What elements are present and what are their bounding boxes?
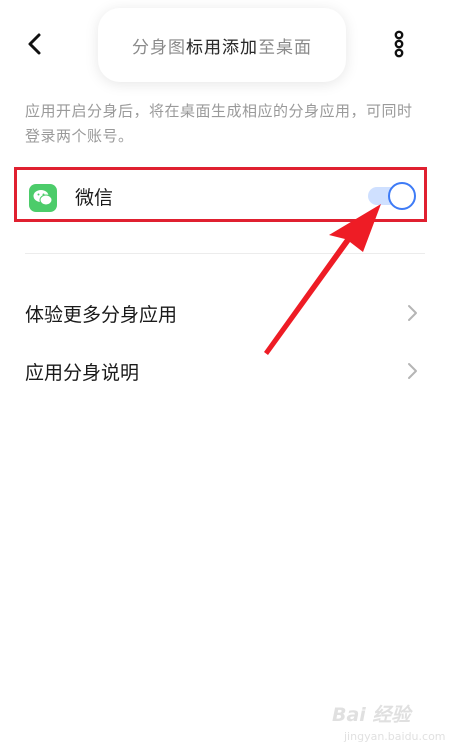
more-vertical-icon <box>394 30 404 58</box>
toast-message: 分身图标已添加至桌面 标用添加 <box>98 8 346 82</box>
app-name-label: 微信 <box>75 187 114 209</box>
chevron-right-icon <box>408 363 417 379</box>
wechat-icon <box>29 184 57 212</box>
app-row-wechat: 微信 <box>14 167 427 222</box>
clone-description: 应用开启分身后，将在桌面生成相应的分身应用，可同时登录两个账号。 <box>25 102 413 145</box>
menu-item-more-apps[interactable]: 体验更多分身应用 <box>0 288 449 338</box>
back-button[interactable] <box>20 28 50 60</box>
toggle-thumb <box>388 182 416 210</box>
menu-item-label: 体验更多分身应用 <box>25 304 178 326</box>
more-options-button[interactable] <box>388 30 410 58</box>
menu-item-label: 应用分身说明 <box>25 362 140 384</box>
clone-toggle-wechat[interactable] <box>366 182 416 210</box>
toast-text-front: 标用添加 <box>184 32 260 58</box>
watermark: Bai 经验 jingyan.baidu.com <box>330 700 446 750</box>
back-arrow-icon <box>28 33 41 55</box>
watermark-brand: Bai 经验 <box>332 704 411 726</box>
section-divider <box>25 253 425 254</box>
watermark-url: jingyan.baidu.com <box>344 730 446 743</box>
chevron-right-icon <box>408 305 417 321</box>
menu-item-clone-info[interactable]: 应用分身说明 <box>0 346 449 396</box>
